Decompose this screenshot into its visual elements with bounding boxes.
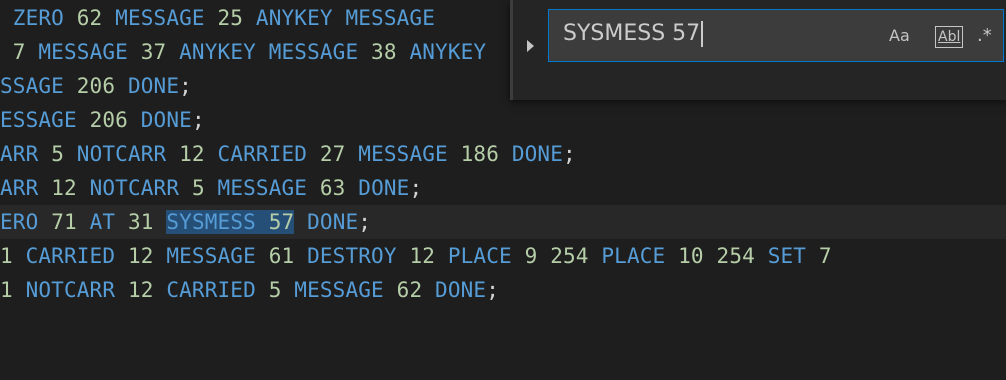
code-token: ERO bbox=[0, 210, 52, 234]
code-token: 7 bbox=[0, 40, 39, 64]
code-line[interactable]: ESSAGE 206 DONE; bbox=[0, 103, 1006, 137]
code-token: ANYKEY MESSAGE bbox=[255, 6, 436, 30]
code-token: 5 bbox=[268, 278, 295, 302]
code-token: 12 bbox=[127, 278, 167, 302]
code-token: DONE bbox=[140, 108, 192, 132]
code-token: 62 bbox=[396, 278, 436, 302]
find-input[interactable]: SYSMESS 57 Aa Abl .* bbox=[548, 9, 1004, 62]
whole-word-toggle-icon[interactable]: Abl bbox=[935, 26, 964, 48]
code-token: 206 bbox=[89, 108, 141, 132]
search-match-token: 57 bbox=[268, 210, 295, 234]
code-token: 9 254 bbox=[524, 244, 602, 268]
code-token: 186 bbox=[460, 142, 512, 166]
code-line[interactable]: ARR 12 NOTCARR 5 MESSAGE 63 DONE; bbox=[0, 171, 1006, 205]
code-token: MESSAGE bbox=[115, 6, 218, 30]
code-token: ; bbox=[191, 108, 205, 132]
code-token: 62 bbox=[76, 6, 116, 30]
code-token: 5 bbox=[191, 176, 218, 200]
code-line[interactable]: 1 NOTCARR 12 CARRIED 5 MESSAGE 62 DONE; bbox=[0, 273, 1006, 307]
code-token: MESSAGE bbox=[217, 176, 320, 200]
code-token: ZERO bbox=[0, 6, 77, 30]
code-token: CARRIED bbox=[166, 278, 269, 302]
code-line[interactable]: ARR 5 NOTCARR 12 CARRIED 27 MESSAGE 186 … bbox=[0, 137, 1006, 171]
code-token: 37 bbox=[140, 40, 180, 64]
code-line[interactable] bbox=[0, 307, 1006, 341]
toggle-replace-button[interactable] bbox=[510, 0, 538, 100]
code-token: DONE bbox=[435, 278, 487, 302]
code-token: 12 bbox=[179, 142, 218, 166]
code-token: MESSAGE bbox=[294, 278, 397, 302]
code-token: PLACE bbox=[447, 244, 525, 268]
code-token: ; bbox=[358, 210, 372, 234]
code-token: 5 bbox=[51, 142, 77, 166]
code-token: ; bbox=[409, 176, 423, 200]
code-line[interactable]: 1 CARRIED 12 MESSAGE 61 DESTROY 12 PLACE… bbox=[0, 239, 1006, 273]
regex-toggle-icon[interactable]: .* bbox=[977, 24, 992, 48]
code-token: 1 bbox=[0, 244, 26, 268]
code-token: ; bbox=[179, 74, 192, 98]
code-token: MESSAGE bbox=[358, 142, 461, 166]
code-token: 63 bbox=[319, 176, 359, 200]
code-token: ARR bbox=[0, 176, 52, 200]
code-token: 25 bbox=[217, 6, 256, 30]
code-token: DONE bbox=[511, 142, 564, 166]
chevron-right-icon bbox=[527, 40, 534, 52]
code-token: DONE bbox=[127, 74, 180, 98]
code-token: ESSAGE bbox=[0, 108, 90, 132]
code-token: 7 bbox=[818, 244, 832, 268]
code-token: 1 bbox=[0, 278, 26, 302]
code-token: NOTCARR bbox=[76, 142, 180, 166]
code-token: ; bbox=[486, 278, 500, 302]
code-token: 38 bbox=[371, 40, 410, 64]
code-token: PLACE bbox=[601, 244, 679, 268]
find-query-text: SYSMESS 57 bbox=[563, 21, 701, 46]
code-token: 31 bbox=[127, 210, 167, 234]
code-token: ; bbox=[563, 142, 576, 166]
code-line-current[interactable]: ERO 71 AT 31 SYSMESS 57 DONE; bbox=[0, 205, 1006, 239]
code-token: CARRIED bbox=[217, 142, 320, 166]
code-token: 61 bbox=[268, 244, 308, 268]
code-token: 10 254 bbox=[678, 244, 768, 268]
text-caret bbox=[701, 21, 704, 47]
code-token: SSAGE bbox=[0, 74, 77, 98]
code-token: DESTROY bbox=[307, 244, 410, 268]
code-token: CARRIED bbox=[25, 244, 128, 268]
code-token: 206 bbox=[76, 74, 128, 98]
code-token: NOTCARR bbox=[89, 176, 192, 200]
code-token: DONE bbox=[307, 210, 359, 234]
code-token: 27 bbox=[319, 142, 359, 166]
code-token: 71 bbox=[51, 210, 90, 234]
search-match-token: SYSMESS bbox=[166, 210, 269, 234]
code-token: NOTCARR bbox=[25, 278, 128, 302]
code-token: ANYKEY bbox=[409, 40, 487, 64]
code-token: ARR bbox=[0, 142, 52, 166]
code-token: DONE bbox=[358, 176, 410, 200]
find-widget: SYSMESS 57 Aa Abl .* bbox=[510, 0, 1006, 100]
code-token: 12 bbox=[51, 176, 90, 200]
code-token: SET bbox=[767, 244, 819, 268]
code-token: AT bbox=[89, 210, 128, 234]
match-case-toggle-icon[interactable]: Aa bbox=[889, 24, 910, 48]
code-token: 12 bbox=[127, 244, 167, 268]
code-token: ANYKEY MESSAGE bbox=[179, 40, 372, 64]
code-token: 12 bbox=[409, 244, 448, 268]
code-token: MESSAGE bbox=[38, 40, 141, 64]
code-token: MESSAGE bbox=[166, 244, 269, 268]
